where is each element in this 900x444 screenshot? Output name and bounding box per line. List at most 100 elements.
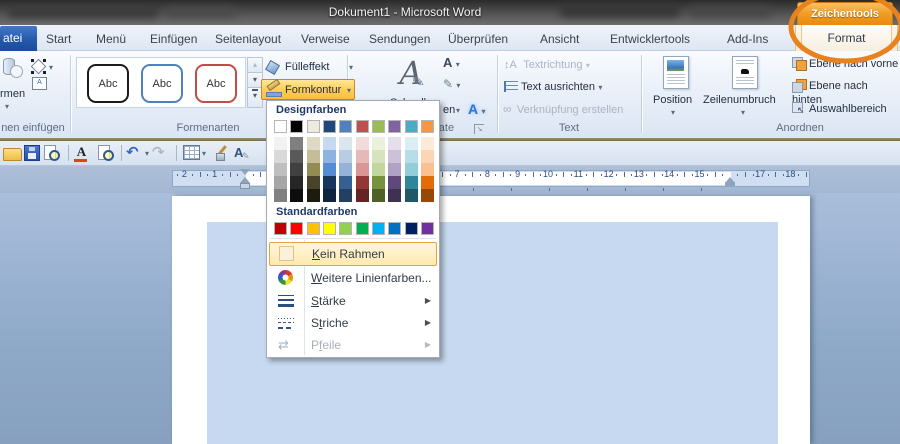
theme-tint-swatch[interactable] xyxy=(323,150,336,163)
left-indent-marker[interactable] xyxy=(240,183,250,189)
open-icon[interactable] xyxy=(3,148,22,161)
theme-tint-swatch[interactable] xyxy=(372,176,385,189)
menu-item-st-rke[interactable]: Stärke▶ xyxy=(269,290,437,312)
right-indent-marker[interactable] xyxy=(725,177,735,186)
theme-tint-swatch[interactable] xyxy=(372,137,385,150)
format-painter-icon[interactable] xyxy=(214,145,231,162)
zeilenumbruch-button[interactable]: Zeilenumbruch ▾ xyxy=(702,55,786,119)
textrichtung-button[interactable]: ↕A Textrichtung ▾ xyxy=(504,57,590,71)
theme-tint-swatch[interactable] xyxy=(307,163,320,176)
redo-icon[interactable]: ↷ xyxy=(152,145,169,162)
menu-item-kein-rahmen[interactable]: Kein Rahmen xyxy=(269,242,437,266)
wordart-quickstyle-icon[interactable]: A xyxy=(234,145,251,162)
standard-color-swatch[interactable] xyxy=(290,222,303,235)
theme-tint-swatch[interactable] xyxy=(356,137,369,150)
chevron-down-icon[interactable]: ▾ xyxy=(202,149,206,158)
theme-tint-swatch[interactable] xyxy=(290,150,303,163)
theme-tint-swatch[interactable] xyxy=(372,163,385,176)
tab-seitenlayout[interactable]: Seitenlayout xyxy=(215,28,281,50)
theme-tint-swatch[interactable] xyxy=(290,189,303,202)
save-icon[interactable] xyxy=(24,145,40,161)
theme-tint-swatch[interactable] xyxy=(339,189,352,202)
theme-tint-swatch[interactable] xyxy=(372,150,385,163)
tab-men[interactable]: Menü xyxy=(96,28,126,50)
theme-color-swatch[interactable] xyxy=(323,120,336,133)
theme-tint-swatch[interactable] xyxy=(274,189,287,202)
table-icon[interactable] xyxy=(183,145,200,160)
standard-color-swatch[interactable] xyxy=(356,222,369,235)
theme-tint-swatch[interactable] xyxy=(290,137,303,150)
theme-tint-swatch[interactable] xyxy=(421,137,434,150)
theme-tint-swatch[interactable] xyxy=(388,137,401,150)
theme-tint-swatch[interactable] xyxy=(421,176,434,189)
theme-tint-swatch[interactable] xyxy=(274,163,287,176)
theme-tint-swatch[interactable] xyxy=(388,150,401,163)
theme-tint-swatch[interactable] xyxy=(307,176,320,189)
theme-tint-swatch[interactable] xyxy=(356,189,369,202)
menu-item-pfeile[interactable]: ⇄Pfeile▶ xyxy=(269,334,437,356)
theme-tint-swatch[interactable] xyxy=(339,150,352,163)
menu-item-weitere-linienfarben[interactable]: Weitere Linienfarben... xyxy=(269,267,437,289)
theme-tint-swatch[interactable] xyxy=(307,137,320,150)
tab-sendungen[interactable]: Sendungen xyxy=(369,28,430,50)
tab-format[interactable]: Format xyxy=(801,25,892,51)
theme-tint-swatch[interactable] xyxy=(356,163,369,176)
theme-tint-swatch[interactable] xyxy=(405,189,418,202)
theme-color-swatch[interactable] xyxy=(290,120,303,133)
theme-tint-swatch[interactable] xyxy=(405,176,418,189)
theme-tint-swatch[interactable] xyxy=(339,176,352,189)
standard-color-swatch[interactable] xyxy=(372,222,385,235)
tab-datei[interactable]: atei xyxy=(0,26,37,51)
tab-entwicklertools[interactable]: Entwicklertools xyxy=(610,28,690,50)
dialog-launcher-icon[interactable]: ↘ xyxy=(474,124,484,134)
theme-tint-swatch[interactable] xyxy=(388,189,401,202)
shape-style-3[interactable]: Abc xyxy=(191,61,239,104)
theme-tint-swatch[interactable] xyxy=(388,176,401,189)
print-preview-icon[interactable] xyxy=(97,145,114,162)
standard-color-swatch[interactable] xyxy=(405,222,418,235)
theme-tint-swatch[interactable] xyxy=(372,189,385,202)
tab-einfgen[interactable]: Einfügen xyxy=(150,28,197,50)
standard-color-swatch[interactable] xyxy=(388,222,401,235)
shape-style-1[interactable]: Abc xyxy=(83,61,131,104)
formkontur-button[interactable]: Formkontur ▾ xyxy=(261,79,355,100)
theme-color-swatch[interactable] xyxy=(388,120,401,133)
theme-tint-swatch[interactable] xyxy=(421,189,434,202)
theme-color-swatch[interactable] xyxy=(405,120,418,133)
tab-verweise[interactable]: Verweise xyxy=(301,28,350,50)
standard-color-swatch[interactable] xyxy=(323,222,336,235)
theme-tint-swatch[interactable] xyxy=(274,137,287,150)
theme-color-swatch[interactable] xyxy=(372,120,385,133)
tab-addins[interactable]: Add-Ins xyxy=(727,28,768,50)
chevron-down-icon[interactable]: ▾ xyxy=(145,149,149,158)
gallery-scroll-up-icon[interactable]: ▴ xyxy=(247,57,263,73)
first-line-indent-marker[interactable] xyxy=(240,169,250,175)
theme-color-swatch[interactable] xyxy=(307,120,320,133)
theme-color-swatch[interactable] xyxy=(339,120,352,133)
verknuepfung-button[interactable]: ∞ Verknüpfung erstellen xyxy=(503,102,623,116)
tab-start[interactable]: Start xyxy=(46,28,71,50)
menu-item-striche[interactable]: Striche▶ xyxy=(269,312,437,334)
standard-color-swatch[interactable] xyxy=(307,222,320,235)
standard-color-swatch[interactable] xyxy=(421,222,434,235)
theme-tint-swatch[interactable] xyxy=(356,150,369,163)
theme-tint-swatch[interactable] xyxy=(356,176,369,189)
theme-tint-swatch[interactable] xyxy=(405,150,418,163)
fuelleffekt-button[interactable]: Fülleffekt ▾ xyxy=(263,58,355,78)
undo-icon[interactable]: ↶ xyxy=(126,145,143,162)
selection-pane-button[interactable]: ↖ Auswahlbereich xyxy=(792,101,887,115)
theme-tint-swatch[interactable] xyxy=(323,163,336,176)
theme-tint-swatch[interactable] xyxy=(274,150,287,163)
font-color-icon[interactable]: A xyxy=(73,145,90,162)
shape-style-2[interactable]: Abc xyxy=(137,61,185,104)
print-preview-icon[interactable] xyxy=(43,145,60,162)
theme-tint-swatch[interactable] xyxy=(290,176,303,189)
theme-tint-swatch[interactable] xyxy=(307,150,320,163)
theme-tint-swatch[interactable] xyxy=(421,150,434,163)
theme-tint-swatch[interactable] xyxy=(388,163,401,176)
tab-berprfen[interactable]: Überprüfen xyxy=(448,28,508,50)
chevron-down-icon[interactable]: ▾ xyxy=(5,102,9,111)
tab-ansicht[interactable]: Ansicht xyxy=(540,28,579,50)
bring-forward-button[interactable]: Ebene nach vorne xyxy=(792,56,898,70)
theme-tint-swatch[interactable] xyxy=(405,137,418,150)
